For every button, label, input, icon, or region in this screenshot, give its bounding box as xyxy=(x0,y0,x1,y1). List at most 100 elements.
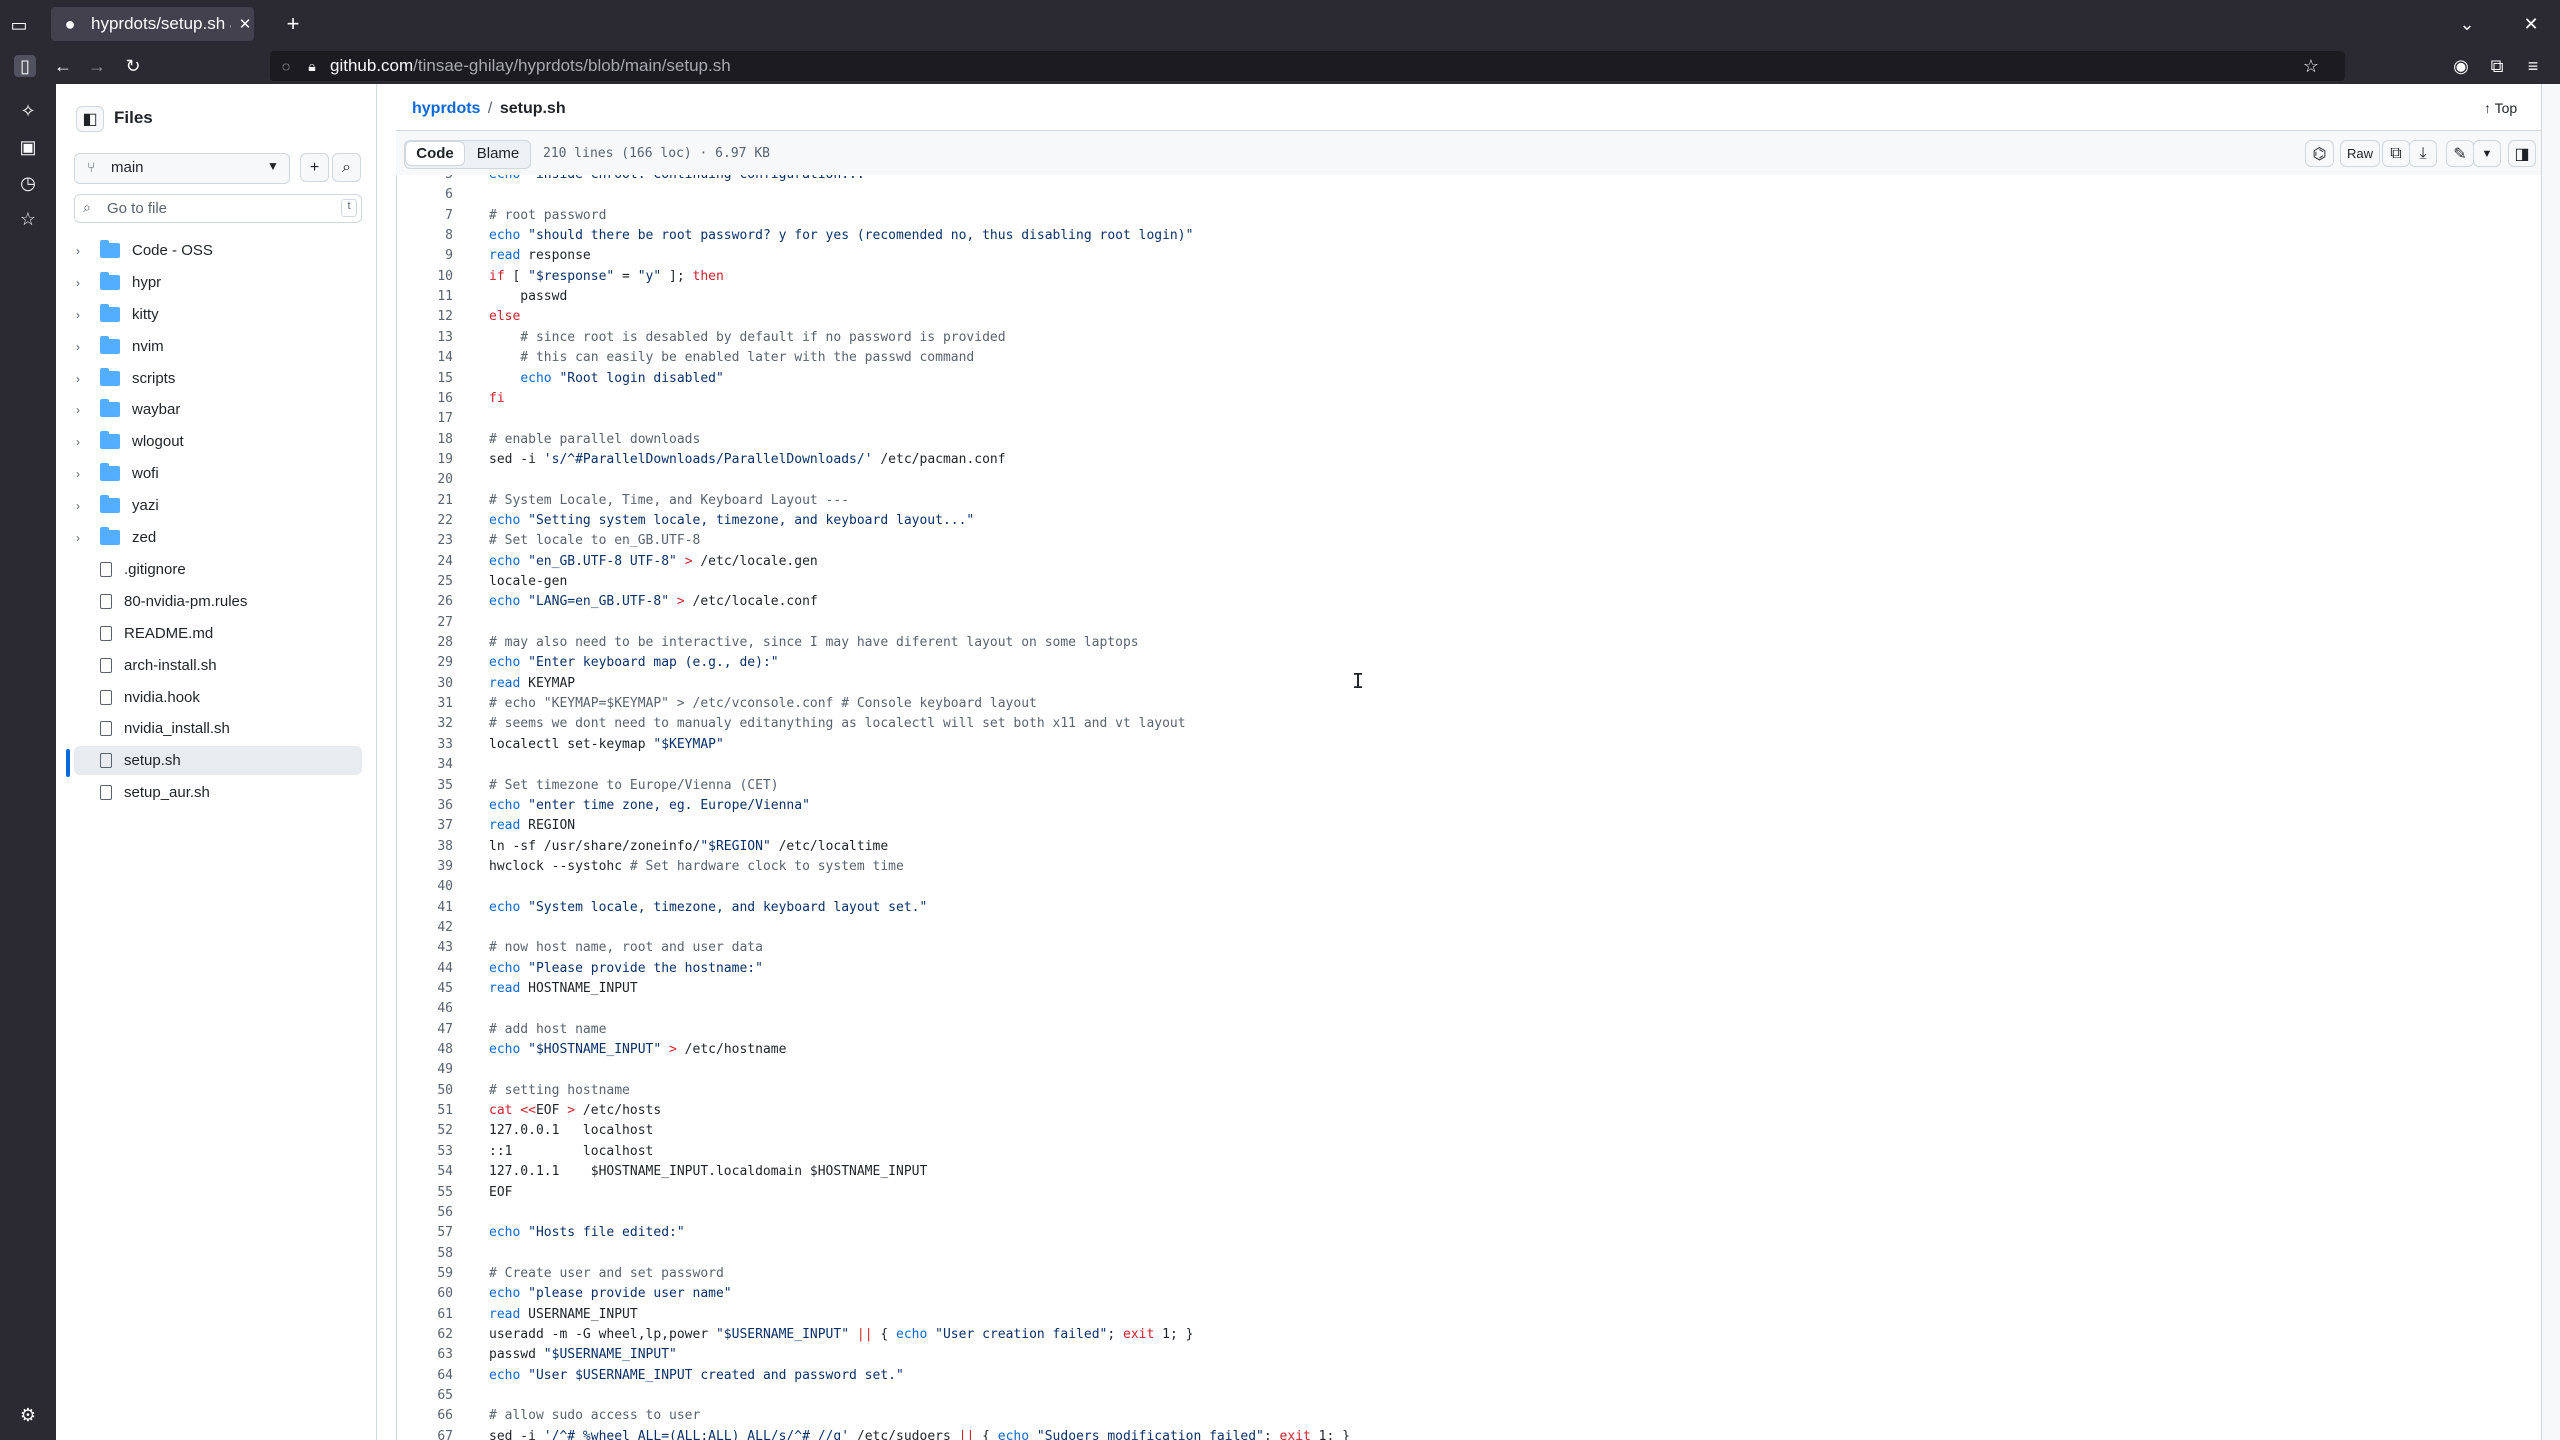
line-number[interactable]: 37 xyxy=(397,816,453,836)
line-number[interactable]: 63 xyxy=(397,1345,453,1365)
tree-file[interactable]: setup_aur.sh xyxy=(74,778,362,807)
lock-icon[interactable]: 🔒︎ xyxy=(302,56,322,76)
line-number[interactable]: 6 xyxy=(397,185,453,205)
tree-folder[interactable]: › zed xyxy=(74,523,362,552)
download-icon[interactable]: ⤓ xyxy=(2409,140,2437,167)
code-view[interactable]: 5 echo "inside chroot. Continuing configu… xyxy=(396,175,2542,1440)
line-number[interactable]: 16 xyxy=(397,389,453,409)
line-number[interactable]: 60 xyxy=(397,1284,453,1304)
line-number[interactable]: 48 xyxy=(397,1040,453,1060)
collapse-panel-button[interactable]: ◧ xyxy=(76,106,104,132)
line-number[interactable]: 66 xyxy=(397,1406,453,1426)
line-number[interactable]: 46 xyxy=(397,999,453,1019)
tab-list-chevron-icon[interactable]: ⌄ xyxy=(2456,13,2478,35)
line-number[interactable]: 28 xyxy=(397,633,453,653)
line-number[interactable]: 23 xyxy=(397,531,453,551)
chevron-right-icon[interactable]: › xyxy=(76,403,90,417)
symbols-panel-icon[interactable]: ◨ xyxy=(2508,140,2536,167)
line-number[interactable]: 64 xyxy=(397,1366,453,1386)
chevron-right-icon[interactable]: › xyxy=(76,276,90,290)
line-number[interactable]: 21 xyxy=(397,491,453,511)
tree-folder[interactable]: › wlogout xyxy=(74,427,362,456)
sidebar-toggle-icon[interactable]: ▭ xyxy=(8,14,30,36)
line-number[interactable]: 30 xyxy=(397,674,453,694)
add-file-button[interactable]: + xyxy=(300,153,329,182)
line-number[interactable]: 9 xyxy=(397,246,453,266)
line-number[interactable]: 50 xyxy=(397,1081,453,1101)
ai-chat-icon[interactable]: ✧ xyxy=(17,100,39,122)
line-number[interactable]: 61 xyxy=(397,1305,453,1325)
tree-folder[interactable]: › kitty xyxy=(74,300,362,329)
line-number[interactable]: 15 xyxy=(397,369,453,389)
tree-file[interactable]: .gitignore xyxy=(74,555,362,584)
line-number[interactable]: 45 xyxy=(397,979,453,999)
url-text[interactable]: github.com/tinsae-ghilay/hyprdots/blob/m… xyxy=(330,56,731,76)
line-number[interactable]: 12 xyxy=(397,307,453,327)
line-number[interactable]: 27 xyxy=(397,613,453,633)
line-number[interactable]: 39 xyxy=(397,857,453,877)
line-number[interactable]: 22 xyxy=(397,511,453,531)
line-number[interactable]: 43 xyxy=(397,938,453,958)
line-number[interactable]: 49 xyxy=(397,1060,453,1080)
line-number[interactable]: 34 xyxy=(397,755,453,775)
line-number[interactable]: 10 xyxy=(397,267,453,287)
bookmarks-icon[interactable]: ☆ xyxy=(17,208,39,230)
chevron-right-icon[interactable]: › xyxy=(76,499,90,513)
account-icon[interactable]: ◉ xyxy=(2450,55,2472,77)
tree-folder[interactable]: › yazi xyxy=(74,491,362,520)
scrollbar[interactable] xyxy=(2541,84,2560,1440)
line-number[interactable]: 19 xyxy=(397,450,453,470)
tab-blame[interactable]: Blame xyxy=(468,141,528,166)
tree-file[interactable]: README.md xyxy=(74,619,362,648)
line-number[interactable]: 51 xyxy=(397,1101,453,1121)
tab-code[interactable]: Code xyxy=(405,141,465,166)
line-number[interactable]: 31 xyxy=(397,694,453,714)
line-number[interactable]: 59 xyxy=(397,1264,453,1284)
copilot-button[interactable]: ⌬ xyxy=(2305,140,2334,167)
line-number[interactable]: 58 xyxy=(397,1244,453,1264)
line-number[interactable]: 26 xyxy=(397,592,453,612)
tree-file[interactable]: nvidia_install.sh xyxy=(74,714,362,743)
breadcrumb-repo-link[interactable]: hyprdots xyxy=(412,100,480,117)
browser-tab[interactable]: ● hyprdots/setup.sh at ma ✕ xyxy=(51,7,254,41)
line-number[interactable]: 44 xyxy=(397,959,453,979)
shield-icon[interactable]: ◌ xyxy=(276,56,296,76)
branch-selector[interactable]: ⑂ main ▼ xyxy=(74,153,290,184)
edit-pencil-icon[interactable]: ✎ xyxy=(2446,140,2474,167)
line-number[interactable]: 40 xyxy=(397,877,453,897)
chevron-right-icon[interactable]: › xyxy=(76,372,90,386)
synced-tabs-icon[interactable]: ▣ xyxy=(17,136,39,158)
tree-folder[interactable]: › nvim xyxy=(74,332,362,361)
tree-folder[interactable]: › Code - OSS xyxy=(74,236,362,265)
tree-file[interactable]: arch-install.sh xyxy=(74,651,362,680)
line-number[interactable]: 8 xyxy=(397,226,453,246)
line-number[interactable]: 14 xyxy=(397,348,453,368)
line-number[interactable]: 20 xyxy=(397,470,453,490)
line-number[interactable]: 24 xyxy=(397,552,453,572)
tree-folder[interactable]: › waybar xyxy=(74,395,362,424)
line-number[interactable]: 32 xyxy=(397,714,453,734)
top-button[interactable]: ↑ Top xyxy=(2484,100,2517,116)
back-icon[interactable]: ← xyxy=(52,55,74,77)
line-number[interactable]: 29 xyxy=(397,653,453,673)
line-number[interactable]: 38 xyxy=(397,837,453,857)
reload-icon[interactable]: ↻ xyxy=(122,55,144,77)
line-number[interactable]: 13 xyxy=(397,328,453,348)
line-number[interactable]: 33 xyxy=(397,735,453,755)
window-close-icon[interactable]: ✕ xyxy=(2520,13,2542,35)
line-number[interactable]: 36 xyxy=(397,796,453,816)
tree-folder[interactable]: › scripts xyxy=(74,364,362,393)
line-number[interactable]: 54 xyxy=(397,1162,453,1182)
forward-icon[interactable]: → xyxy=(86,55,108,77)
menu-icon[interactable]: ≡ xyxy=(2522,55,2544,77)
history-icon[interactable]: ◷ xyxy=(17,172,39,194)
copy-raw-icon[interactable]: ⧉ xyxy=(2382,140,2410,167)
line-number[interactable]: 18 xyxy=(397,430,453,450)
chevron-right-icon[interactable]: › xyxy=(76,308,90,322)
line-number[interactable]: 25 xyxy=(397,572,453,592)
line-number[interactable]: 35 xyxy=(397,776,453,796)
line-number[interactable]: 11 xyxy=(397,287,453,307)
bookmark-star-icon[interactable]: ☆ xyxy=(2300,55,2322,77)
line-number[interactable]: 42 xyxy=(397,918,453,938)
tree-file[interactable]: nvidia.hook xyxy=(74,683,362,712)
